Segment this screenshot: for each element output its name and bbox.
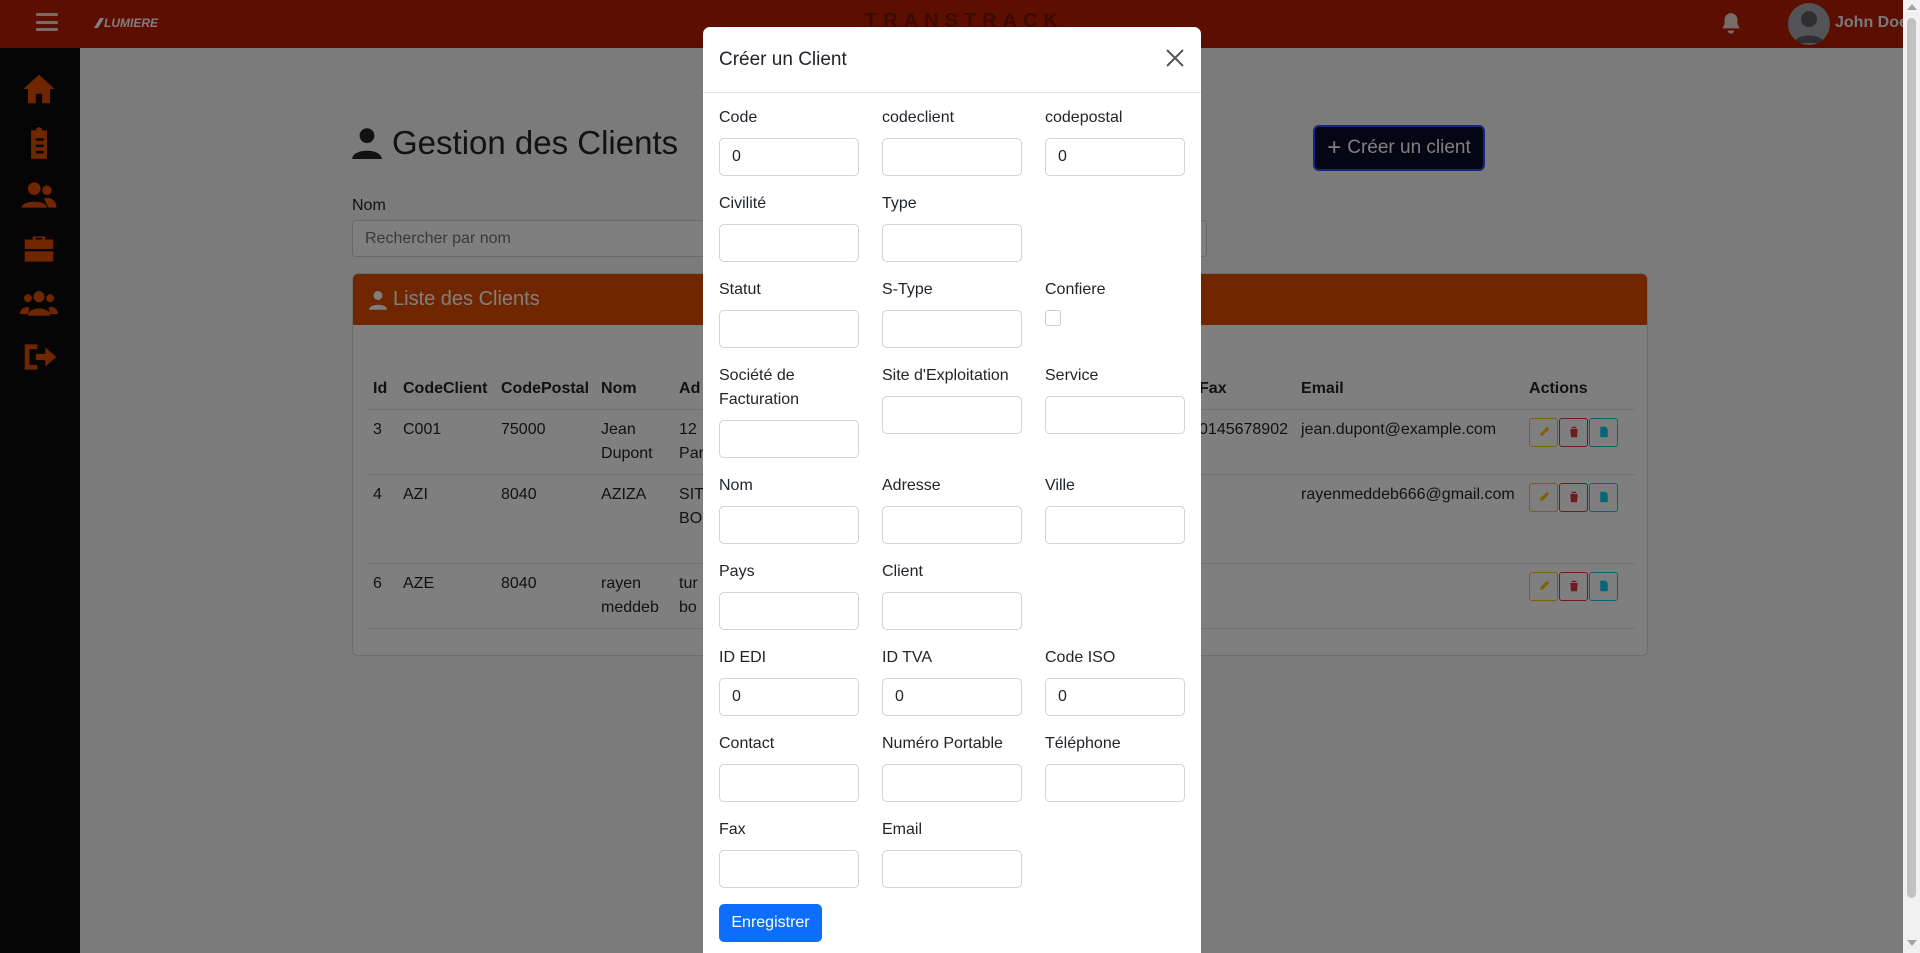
field-label: Fax <box>719 821 746 838</box>
telephone-input[interactable] <box>1045 764 1185 802</box>
field-label: S-Type <box>882 281 933 298</box>
field-label: Téléphone <box>1045 735 1121 752</box>
service-input[interactable] <box>1045 396 1185 434</box>
field-nom: Nom <box>719 474 859 544</box>
ville-input[interactable] <box>1045 506 1185 544</box>
societe-input[interactable] <box>719 420 859 458</box>
field-label: ID TVA <box>882 649 933 666</box>
codepostal-input[interactable] <box>1045 138 1185 176</box>
field-label: codepostal <box>1045 109 1123 126</box>
scroll-down-arrow-icon[interactable] <box>1907 940 1917 946</box>
site-input[interactable] <box>882 396 1022 434</box>
field-label: Site d'Exploitation <box>882 367 1009 384</box>
save-button[interactable]: Enregistrer <box>719 904 822 942</box>
close-icon[interactable] <box>1163 46 1187 70</box>
idtva-input[interactable] <box>882 678 1022 716</box>
field-ville: Ville <box>1045 474 1185 544</box>
field-codepostal: codepostal <box>1045 106 1185 176</box>
email-input[interactable] <box>882 850 1022 888</box>
idedi-input[interactable] <box>719 678 859 716</box>
field-stype: S-Type <box>882 278 1022 348</box>
field-codeiso: Code ISO <box>1045 646 1185 716</box>
field-label: Civilité <box>719 195 767 212</box>
adresse-input[interactable] <box>882 506 1022 544</box>
field-portable: Numéro Portable <box>882 732 1022 802</box>
modal-header: Créer un Client <box>703 27 1201 93</box>
field-contact: Contact <box>719 732 859 802</box>
pays-input[interactable] <box>719 592 859 630</box>
code-input[interactable] <box>719 138 859 176</box>
field-societe: Société de Facturation <box>719 364 859 458</box>
civilite-input[interactable] <box>719 224 859 262</box>
field-confiere: Confiere <box>1045 278 1185 326</box>
client-input[interactable] <box>882 592 1022 630</box>
field-code: Code <box>719 106 859 176</box>
field-service: Service <box>1045 364 1185 434</box>
nom-input[interactable] <box>719 506 859 544</box>
field-label: Pays <box>719 563 755 580</box>
scroll-up-arrow-icon[interactable] <box>1907 4 1917 10</box>
type-input[interactable] <box>882 224 1022 262</box>
field-label: ID EDI <box>719 649 767 666</box>
field-adresse: Adresse <box>882 474 1022 544</box>
modal-title: Créer un Client <box>719 48 847 70</box>
field-fax: Fax <box>719 818 859 888</box>
field-label: Numéro Portable <box>882 735 1003 752</box>
scrollbar[interactable] <box>1903 0 1920 953</box>
field-label: Client <box>882 563 923 580</box>
field-label: Contact <box>719 735 775 752</box>
field-label: Type <box>882 195 917 212</box>
statut-input[interactable] <box>719 310 859 348</box>
create-client-modal: Créer un Client Code codeclient codepost… <box>703 27 1201 953</box>
field-label: Statut <box>719 281 761 298</box>
field-label: Société de Facturation <box>719 367 800 408</box>
codeclient-input[interactable] <box>882 138 1022 176</box>
field-civilite: Civilité <box>719 192 859 262</box>
field-label: Code ISO <box>1045 649 1116 666</box>
field-label: Service <box>1045 367 1099 384</box>
portable-input[interactable] <box>882 764 1022 802</box>
field-label: Email <box>882 821 923 838</box>
fax-input[interactable] <box>719 850 859 888</box>
field-idedi: ID EDI <box>719 646 859 716</box>
field-label: Code <box>719 109 758 126</box>
confiere-checkbox[interactable] <box>1045 310 1061 326</box>
stype-input[interactable] <box>882 310 1022 348</box>
field-label: Adresse <box>882 477 941 494</box>
field-email: Email <box>882 818 1022 888</box>
field-idtva: ID TVA <box>882 646 1022 716</box>
field-site: Site d'Exploitation <box>882 364 1022 434</box>
field-codeclient: codeclient <box>882 106 1022 176</box>
field-label: codeclient <box>882 109 955 126</box>
field-statut: Statut <box>719 278 859 348</box>
field-telephone: Téléphone <box>1045 732 1185 802</box>
field-pays: Pays <box>719 560 859 630</box>
field-label: Ville <box>1045 477 1075 494</box>
field-type: Type <box>882 192 1022 262</box>
contact-input[interactable] <box>719 764 859 802</box>
codeiso-input[interactable] <box>1045 678 1185 716</box>
field-label: Confiere <box>1045 281 1106 298</box>
scrollbar-thumb[interactable] <box>1907 18 1916 898</box>
field-client: Client <box>882 560 1022 630</box>
field-label: Nom <box>719 477 753 494</box>
